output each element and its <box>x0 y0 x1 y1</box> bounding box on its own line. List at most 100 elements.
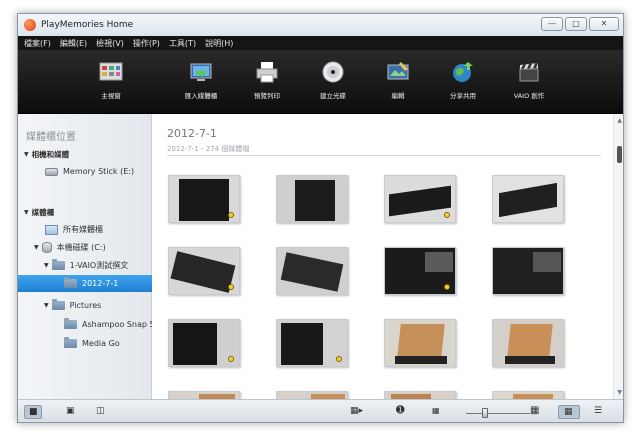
device-view-button[interactable]: ◫ <box>92 405 110 419</box>
photo-thumbnail[interactable] <box>492 175 564 223</box>
sidebar-item-all-media[interactable]: 所有媒體櫃 <box>45 224 103 235</box>
menu-bar: 檔案(F) 編輯(E) 檢視(V) 操作(P) 工具(T) 說明(H) <box>18 36 623 50</box>
status-marker-icon <box>444 284 450 290</box>
hard-disk-icon <box>41 242 52 253</box>
collapse-triangle-icon: ▼ <box>34 244 39 251</box>
divider <box>167 155 601 156</box>
create-disc-button[interactable]: 建立光碟 <box>298 60 368 100</box>
collapse-triangle-icon: ▼ <box>24 209 29 216</box>
globe-share-icon <box>451 60 475 84</box>
status-marker-icon <box>336 356 342 362</box>
menu-file[interactable]: 檔案(F) <box>24 38 51 49</box>
title-bar: PlayMemories Home — □ ✕ <box>18 14 623 36</box>
main-window-button[interactable]: 主視窗 <box>76 60 146 100</box>
photo-thumbnail[interactable] <box>492 391 564 399</box>
library-header[interactable]: ▼ 媒體櫃 <box>24 207 54 218</box>
thumbnail-view-button[interactable]: ▦ <box>558 405 580 419</box>
list-view-button[interactable]: ☰ <box>590 405 608 419</box>
sidebar-item-label: Memory Stick (E:) <box>63 167 135 176</box>
sidebar-item-local-disk[interactable]: ▼ 本機磁碟 (C:) <box>34 242 106 253</box>
sidebar-item-2012-7-1[interactable]: 2012-7-1 <box>64 277 118 288</box>
small-grid-icon: ▦ <box>432 406 440 415</box>
scroll-up-arrow-icon[interactable]: ▲ <box>617 117 622 124</box>
status-marker-icon <box>228 284 234 290</box>
window-title: PlayMemories Home <box>41 20 134 30</box>
calendar-view-button[interactable]: ▣ <box>62 405 80 419</box>
photo-thumbnail[interactable] <box>276 391 348 399</box>
sidebar-item-label: Media Go <box>82 339 120 348</box>
drive-icon <box>45 167 58 176</box>
library-header-label: 媒體櫃 <box>31 208 55 217</box>
app-logo-icon <box>24 19 36 31</box>
close-button[interactable]: ✕ <box>589 17 619 31</box>
status-marker-icon <box>228 212 234 218</box>
menu-view[interactable]: 檢視(V) <box>96 38 124 49</box>
sidebar-item-label: 所有媒體櫃 <box>63 225 103 234</box>
zoom-slider-track[interactable] <box>466 413 530 414</box>
sidebar-title: 媒體櫃位置 <box>26 132 76 143</box>
photo-thumbnail[interactable] <box>384 391 456 399</box>
folder-view-icon: ■ <box>29 407 38 417</box>
photo-thumbnail[interactable] <box>168 391 240 399</box>
photo-thumbnail[interactable] <box>492 247 564 295</box>
info-icon: ➊ <box>396 405 405 416</box>
menu-help[interactable]: 說明(H) <box>205 38 233 49</box>
maximize-button[interactable]: □ <box>565 17 587 31</box>
folder-view-button[interactable]: ■ <box>24 405 42 419</box>
photo-thumbnail[interactable] <box>168 247 240 295</box>
sidebar-item-media-go[interactable]: Media Go <box>64 337 120 348</box>
photo-thumbnail[interactable] <box>384 319 456 367</box>
scroll-down-arrow-icon[interactable]: ▼ <box>617 389 622 396</box>
print-preview-label: 預覽列印 <box>254 92 280 100</box>
collapse-triangle-icon: ▼ <box>24 151 29 158</box>
menu-edit[interactable]: 編輯(E) <box>60 38 87 49</box>
scroll-thumb[interactable] <box>617 146 622 163</box>
minimize-button[interactable]: — <box>541 17 563 31</box>
photo-thumbnail[interactable] <box>384 247 456 295</box>
thumbnail-pane: 2012-7-1 2012-7-1 - 274 個媒體檔 ▲ ▼ <box>152 114 623 399</box>
zoom-out-button[interactable]: ▦ <box>428 405 446 419</box>
sidebar: 媒體櫃位置 ▼ 相機和媒體 Memory Stick (E:) ▼ 媒體櫃 所有… <box>18 114 155 399</box>
date-title: 2012-7-1 <box>167 127 217 140</box>
status-marker-icon <box>444 212 450 218</box>
sidebar-item-label: Pictures <box>69 301 102 310</box>
edit-button[interactable]: 編輯 <box>363 60 433 100</box>
devices-header-label: 相機和媒體 <box>31 150 70 159</box>
folder-icon <box>64 277 77 288</box>
sidebar-item-label: 本機磁碟 (C:) <box>56 243 106 252</box>
photo-thumbnail[interactable] <box>384 175 456 223</box>
photo-thumbnail[interactable] <box>276 319 348 367</box>
menu-tools[interactable]: 工具(T) <box>169 38 196 49</box>
info-button[interactable]: ➊ <box>392 405 410 419</box>
devices-header[interactable]: ▼ 相機和媒體 <box>24 149 69 160</box>
folder-icon <box>64 337 77 348</box>
photo-thumbnail[interactable] <box>276 247 348 295</box>
sidebar-item-vaio-folder[interactable]: ▼ 1-VAIO測試撰文 <box>44 259 128 271</box>
slideshow-button[interactable]: ▦▸ <box>347 405 369 419</box>
vaio-create-button[interactable]: VAIO 創作 <box>494 60 564 100</box>
import-button[interactable]: 匯入媒體櫃 <box>166 60 236 100</box>
status-marker-icon <box>228 356 234 362</box>
share-button[interactable]: 分享共用 <box>428 60 498 100</box>
menu-operation[interactable]: 操作(P) <box>133 38 160 49</box>
photo-thumbnail[interactable] <box>276 175 348 223</box>
calendar-icon: ▣ <box>66 406 75 416</box>
list-view-icon: ☰ <box>594 406 603 416</box>
grid-view-icon: ▦ <box>564 407 573 417</box>
zoom-in-button[interactable]: ▦ <box>526 405 544 419</box>
photo-thumbnail[interactable] <box>492 319 564 367</box>
sidebar-item-memory-stick[interactable]: Memory Stick (E:) <box>45 167 134 176</box>
sidebar-item-pictures[interactable]: ▼ Pictures <box>44 299 102 310</box>
photo-thumbnail[interactable] <box>168 175 240 223</box>
sidebar-item-label: Ashampoo Snap 5 <box>82 320 155 329</box>
sidebar-item-ashampoo[interactable]: Ashampoo Snap 5 <box>64 318 155 329</box>
photo-thumbnail[interactable] <box>168 319 240 367</box>
clapperboard-icon <box>517 60 541 84</box>
zoom-slider-knob[interactable] <box>482 408 488 418</box>
main-window-label: 主視窗 <box>101 92 121 100</box>
app-window: PlayMemories Home — □ ✕ 檔案(F) 編輯(E) 檢視(V… <box>17 13 624 423</box>
folder-icon <box>51 259 65 270</box>
folder-icon <box>64 318 77 329</box>
print-preview-button[interactable]: 預覽列印 <box>232 60 302 100</box>
vertical-scrollbar[interactable]: ▲ ▼ <box>613 114 623 399</box>
